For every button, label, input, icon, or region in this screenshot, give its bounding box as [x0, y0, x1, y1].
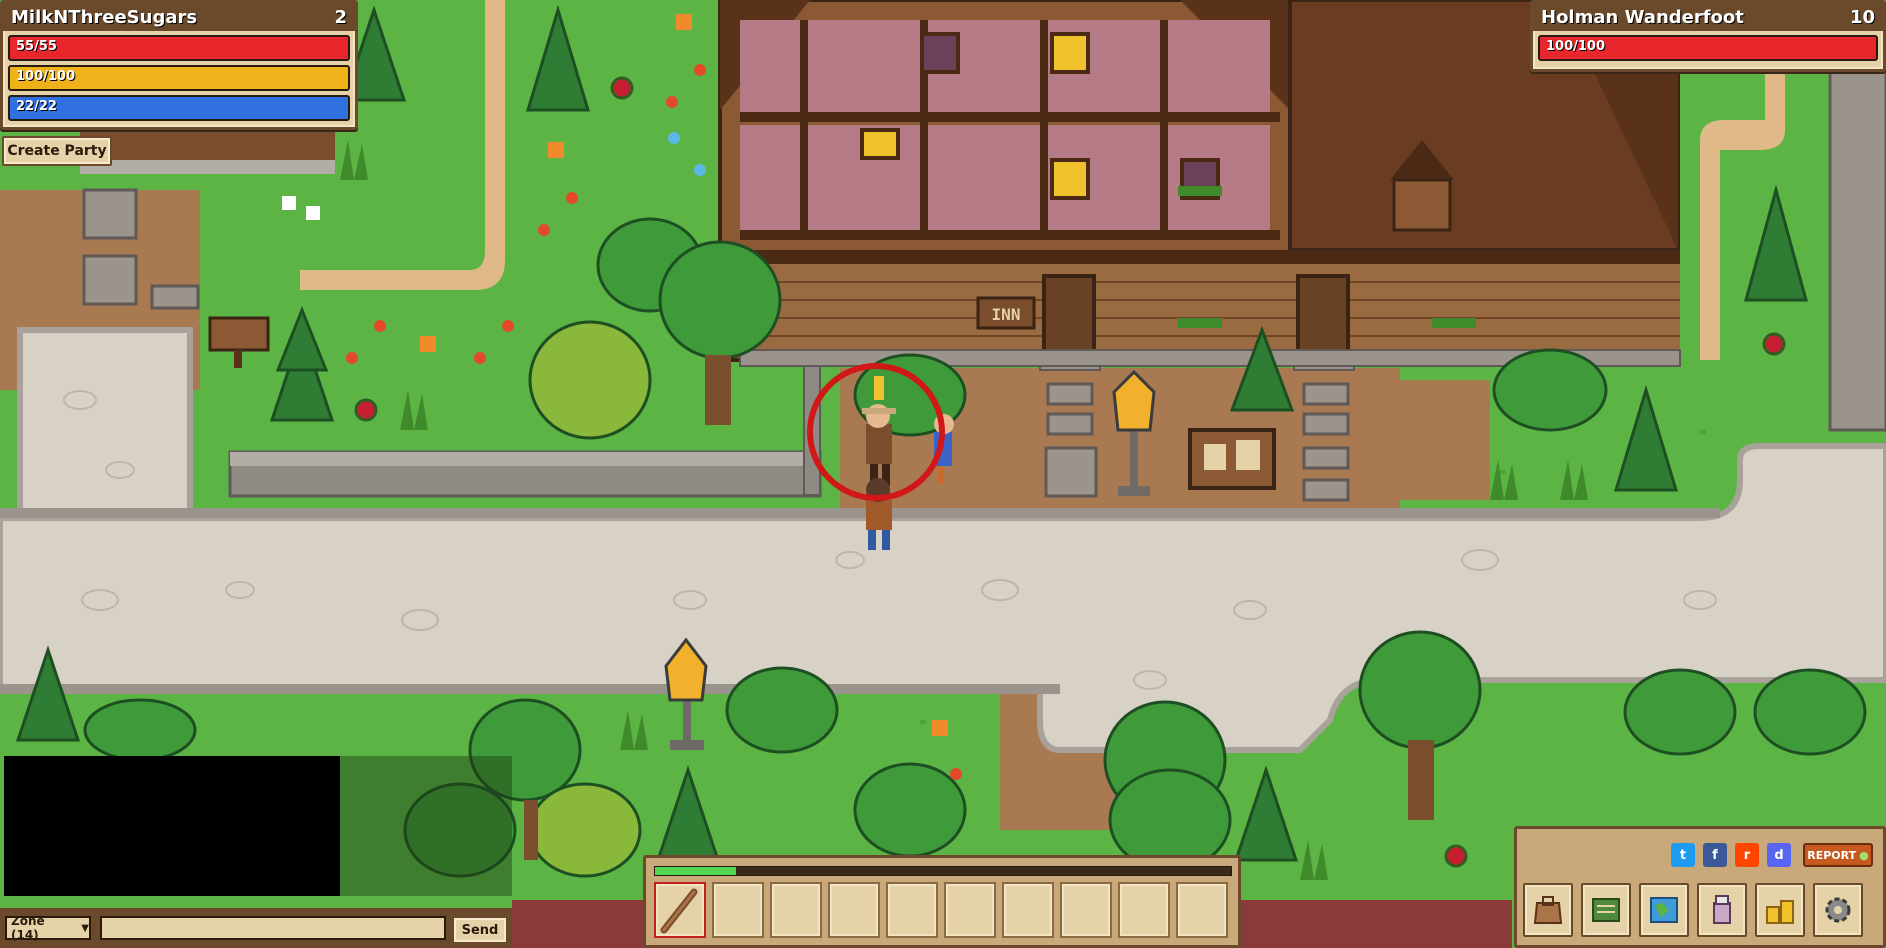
health-fill [10, 37, 348, 59]
settings-icon [1825, 897, 1851, 923]
chat-input[interactable] [100, 916, 446, 940]
report-label: REPORT [1807, 848, 1857, 862]
character-icon [1713, 895, 1731, 924]
chat-log[interactable] [4, 756, 340, 896]
hotbar-slot-3[interactable] [770, 882, 822, 938]
experience-bar [654, 866, 1232, 876]
stamina-bar: 100/100 [8, 65, 350, 91]
mana-fill [10, 97, 348, 119]
svg-text:INN: INN [992, 305, 1021, 324]
hotbar [643, 855, 1241, 948]
reddit-icon[interactable]: r [1735, 843, 1759, 867]
target-level: 10 [1849, 6, 1875, 28]
hotbar-slot-10[interactable] [1176, 882, 1228, 938]
hotbar-slot-7[interactable] [1002, 882, 1054, 938]
quest-log-button[interactable] [1581, 883, 1631, 937]
twitter-icon[interactable]: t [1671, 843, 1695, 867]
stamina-text: 100/100 [16, 69, 76, 84]
player-status-panel: MilkNThreeSugars 2 55/55 100/100 22/22 [0, 0, 358, 130]
quest-log-icon [1592, 898, 1620, 922]
hotbar-slot-8[interactable] [1060, 882, 1112, 938]
chat-channel-value: Zone (14) [11, 914, 45, 942]
stepping-stone [82, 254, 138, 306]
stone-building [1828, 68, 1886, 432]
notice-board[interactable] [1188, 428, 1276, 490]
stone-curb [0, 508, 1720, 518]
target-health-bar: 100/100 [1538, 35, 1878, 61]
hotbar-slot-6[interactable] [944, 882, 996, 938]
map-icon [1650, 897, 1678, 923]
health-text: 55/55 [16, 39, 57, 54]
player-level: 2 [334, 6, 347, 28]
hotbar-slot-5[interactable] [886, 882, 938, 938]
stepping-stone [150, 284, 200, 310]
mana-bar: 22/22 [8, 95, 350, 121]
bug-icon: ● [1859, 848, 1869, 862]
create-party-button[interactable]: Create Party [2, 136, 112, 166]
mana-text: 22/22 [16, 99, 57, 114]
chat-log-overlay [340, 756, 512, 896]
discord-icon[interactable]: d [1767, 843, 1791, 867]
player-name: MilkNThreeSugars [11, 6, 198, 28]
gold-icon [1766, 900, 1794, 924]
cobblestone-plaza [17, 327, 193, 521]
map-button[interactable] [1639, 883, 1689, 937]
target-health-text: 100/100 [1546, 39, 1606, 54]
chat-channel-select[interactable]: Zone (14) ▼ [5, 914, 91, 942]
inn-sign: INN [976, 296, 1036, 330]
settings-button[interactable] [1813, 883, 1863, 937]
facebook-icon[interactable]: f [1703, 843, 1727, 867]
inventory-button[interactable] [1523, 883, 1573, 937]
stepping-stone [82, 188, 138, 240]
menu-panel: t f r d REPORT ● [1514, 826, 1886, 948]
player-name-row: MilkNThreeSugars 2 [3, 3, 355, 31]
chevron-down-icon: ▼ [81, 922, 89, 934]
experience-fill [655, 867, 736, 875]
target-name: Holman Wanderfoot [1541, 6, 1744, 28]
target-status-panel: Holman Wanderfoot 10 100/100 [1530, 0, 1886, 72]
staff-icon [660, 888, 698, 934]
stone-wall-top [230, 452, 820, 466]
character-button[interactable] [1697, 883, 1747, 937]
report-button[interactable]: REPORT ● [1803, 843, 1873, 867]
chat-send-button[interactable]: Send [452, 916, 508, 944]
inventory-icon [1533, 896, 1563, 924]
health-bar: 55/55 [8, 35, 350, 61]
hotbar-slot-4[interactable] [828, 882, 880, 938]
gold-button[interactable] [1755, 883, 1805, 937]
hotbar-slot-1[interactable] [654, 882, 706, 938]
hotbar-slot-2[interactable] [712, 882, 764, 938]
hotbar-slot-9[interactable] [1118, 882, 1170, 938]
stone-curb [0, 684, 1060, 694]
target-name-row: Holman Wanderfoot 10 [1533, 3, 1883, 31]
